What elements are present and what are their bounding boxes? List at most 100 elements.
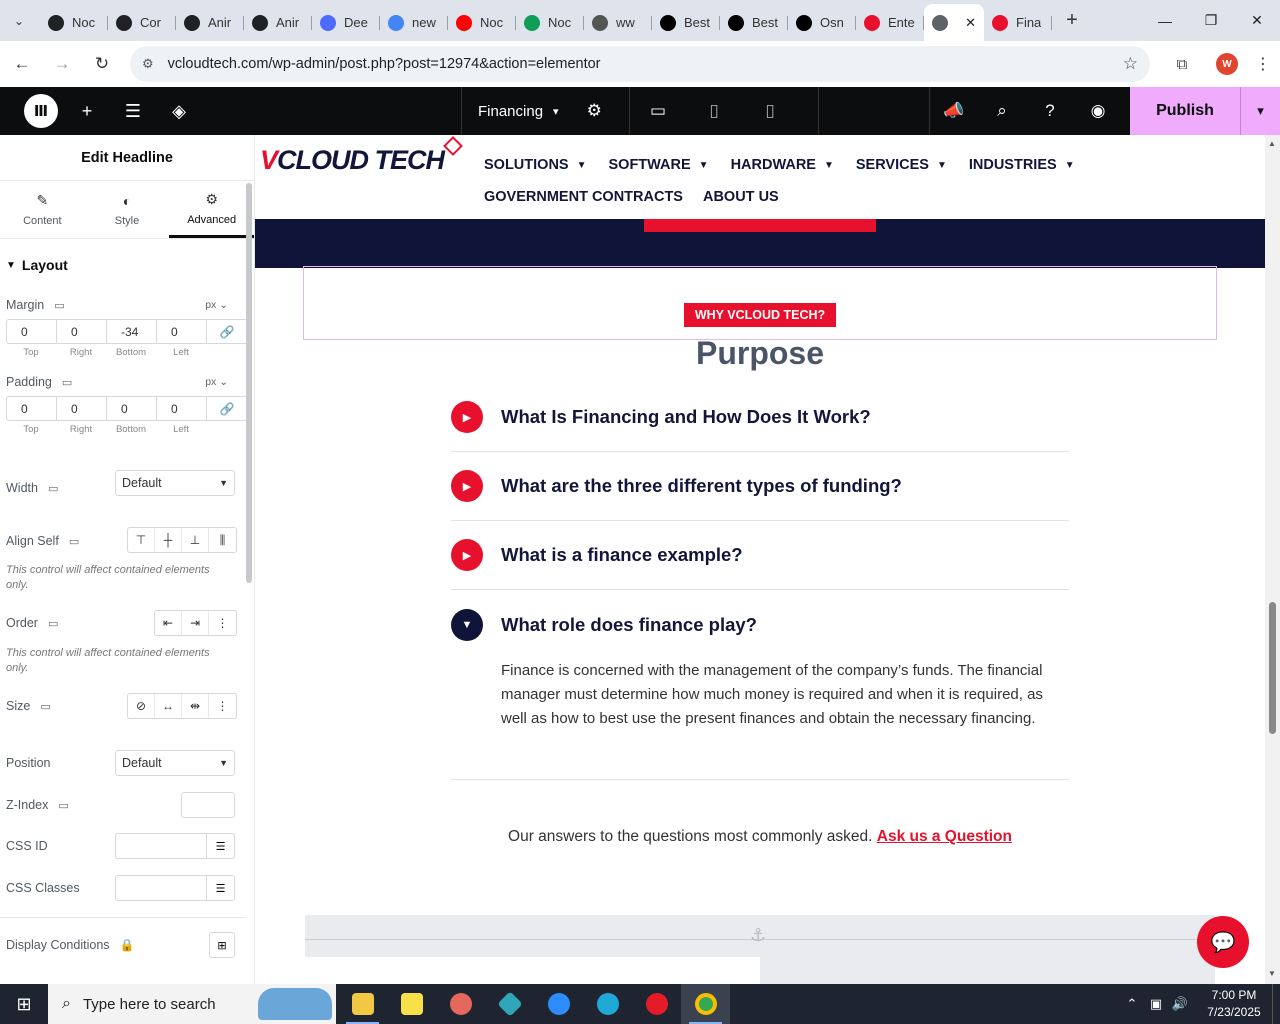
page-settings-gear-icon[interactable]: ⚙ bbox=[587, 101, 602, 121]
panel-scrollbar[interactable] bbox=[246, 183, 252, 583]
padding-unit-select[interactable]: px ⌄ bbox=[205, 376, 228, 388]
desktop-view-icon[interactable]: ▭ bbox=[630, 87, 686, 135]
tray-overflow-chevron-icon[interactable]: ⌃ bbox=[1120, 996, 1144, 1012]
faq-item[interactable]: ▶ What Is Financing and How Does It Work? bbox=[451, 383, 1069, 452]
faq-item[interactable]: ▶ What is a finance example? bbox=[451, 521, 1069, 590]
responsive-desktop-icon[interactable]: ▭ bbox=[40, 700, 50, 713]
browser-tab[interactable]: Anir bbox=[176, 7, 244, 39]
why-badge[interactable]: WHY VCLOUD TECH? bbox=[684, 303, 836, 327]
menu-item[interactable]: SOFTWARE ▼ bbox=[609, 157, 709, 173]
zoom-app-icon[interactable] bbox=[534, 984, 583, 1024]
menu-item[interactable]: ABOUT US bbox=[703, 189, 779, 205]
padding-bottom-input[interactable]: 0 bbox=[107, 397, 157, 420]
responsive-desktop-icon[interactable]: ▭ bbox=[62, 376, 72, 389]
responsive-desktop-icon[interactable]: ▭ bbox=[58, 799, 68, 812]
browser-menu-icon[interactable]: ⋮ bbox=[1248, 54, 1278, 74]
order-last-icon[interactable]: ⇥ bbox=[182, 611, 209, 635]
reload-button[interactable]: ↻ bbox=[84, 46, 120, 82]
edge-browser-icon[interactable] bbox=[583, 984, 632, 1024]
padding-top-input[interactable]: 0 bbox=[7, 397, 57, 420]
snip-tool-icon[interactable] bbox=[436, 984, 485, 1024]
taskbar-search[interactable]: ⌕ Type here to search bbox=[48, 984, 336, 1024]
browser-tab[interactable]: new bbox=[380, 7, 448, 39]
more-options-icon[interactable]: ⋮ bbox=[209, 611, 236, 635]
opera-browser-icon[interactable] bbox=[632, 984, 681, 1024]
padding-left-input[interactable]: 0 bbox=[157, 397, 207, 420]
scroll-down-arrow-icon[interactable]: ▼ bbox=[1268, 969, 1276, 978]
site-logo[interactable]: VCLOUD TECH bbox=[260, 136, 463, 176]
responsive-desktop-icon[interactable]: ▭ bbox=[54, 299, 64, 312]
tab-content[interactable]: ✎ Content bbox=[0, 181, 85, 238]
add-element-button[interactable]: + bbox=[64, 87, 110, 135]
more-options-icon[interactable]: ⋮ bbox=[209, 694, 236, 718]
vpn-app-icon[interactable] bbox=[485, 984, 534, 1024]
align-start-icon[interactable]: ⊤ bbox=[128, 528, 155, 552]
margin-left-input[interactable]: 0 bbox=[157, 320, 207, 343]
display-conditions-button[interactable]: ⊞ bbox=[209, 932, 235, 958]
volume-icon[interactable]: 🔊 bbox=[1168, 996, 1192, 1012]
elementor-logo-icon[interactable]: Ⅲ bbox=[24, 94, 58, 128]
css-id-input[interactable]: ☰ bbox=[115, 833, 235, 859]
size-shrink-icon[interactable]: ⇹ bbox=[182, 694, 209, 718]
browser-tab[interactable]: Best bbox=[652, 7, 720, 39]
browser-tab[interactable]: Noc bbox=[516, 7, 584, 39]
margin-top-input[interactable]: 0 bbox=[7, 320, 57, 343]
minimize-button[interactable]: — bbox=[1142, 0, 1188, 41]
scroll-thumb[interactable] bbox=[1269, 602, 1276, 734]
margin-bottom-input[interactable]: -34 bbox=[107, 320, 157, 343]
zindex-input[interactable] bbox=[181, 792, 235, 818]
close-tab-icon[interactable]: ✕ bbox=[965, 15, 976, 31]
hero-red-button[interactable] bbox=[644, 219, 876, 232]
structure-button[interactable]: ◈ bbox=[156, 87, 202, 135]
menu-item[interactable]: INDUSTRIES ▼ bbox=[969, 157, 1075, 173]
new-tab-button[interactable]: + bbox=[1058, 7, 1086, 35]
responsive-desktop-icon[interactable]: ▭ bbox=[48, 617, 58, 630]
bookmark-star-icon[interactable]: ☆ bbox=[1123, 54, 1138, 74]
faq-item[interactable]: ▶ What are the three different types of f… bbox=[451, 452, 1069, 521]
order-first-icon[interactable]: ⇤ bbox=[155, 611, 182, 635]
browser-tab[interactable]: ✕ bbox=[924, 4, 984, 41]
profile-avatar[interactable]: W bbox=[1216, 53, 1238, 75]
taskbar-clock[interactable]: 7:00 PM 7/23/2025 bbox=[1196, 987, 1272, 1021]
menu-item[interactable]: SOLUTIONS ▼ bbox=[484, 157, 587, 173]
link-values-icon[interactable]: 🔗 bbox=[207, 397, 247, 420]
browser-tab[interactable]: ww bbox=[584, 7, 652, 39]
ask-question-link[interactable]: Ask us a Question bbox=[877, 828, 1012, 845]
size-none-icon[interactable]: ⊘ bbox=[128, 694, 155, 718]
network-icon[interactable]: ▣ bbox=[1144, 996, 1168, 1012]
size-grow-icon[interactable]: ↔ bbox=[155, 694, 182, 718]
tab-search-button[interactable]: ⌄ bbox=[6, 8, 32, 34]
browser-tab[interactable]: Cor bbox=[108, 7, 176, 39]
tablet-view-icon[interactable]: ▯ bbox=[686, 87, 742, 135]
browser-tab[interactable]: Fina bbox=[984, 7, 1052, 39]
scroll-up-arrow-icon[interactable]: ▲ bbox=[1268, 139, 1276, 148]
page-selector[interactable]: Financing ▾ ⚙ bbox=[461, 87, 629, 135]
width-select[interactable]: Default ▼ bbox=[115, 470, 235, 496]
dynamic-tags-icon[interactable]: ☰ bbox=[206, 834, 234, 858]
show-desktop-button[interactable] bbox=[1272, 984, 1280, 1024]
margin-right-input[interactable]: 0 bbox=[57, 320, 107, 343]
purpose-heading[interactable]: Purpose bbox=[255, 335, 1265, 372]
responsive-desktop-icon[interactable]: ▭ bbox=[48, 482, 58, 495]
publish-options-button[interactable]: ▾ bbox=[1240, 87, 1280, 135]
address-bar[interactable]: ⚙ vcloudtech.com/wp-admin/post.php?post=… bbox=[130, 46, 1150, 82]
css-classes-input[interactable]: ☰ bbox=[115, 875, 235, 901]
align-center-icon[interactable]: ┼ bbox=[155, 528, 182, 552]
finder-search-icon[interactable]: ⌕ bbox=[978, 87, 1026, 135]
position-select[interactable]: Default ▼ bbox=[115, 750, 235, 776]
mobile-view-icon[interactable]: ▯ bbox=[742, 87, 798, 135]
canvas-scrollbar[interactable]: ▲ ▼ bbox=[1265, 135, 1280, 984]
back-button[interactable]: ← bbox=[4, 46, 40, 82]
menu-item[interactable]: GOVERNMENT CONTRACTS bbox=[484, 189, 683, 205]
browser-tab[interactable]: Noc bbox=[40, 7, 108, 39]
site-settings-button[interactable]: ☰ bbox=[110, 87, 156, 135]
close-window-button[interactable]: ✕ bbox=[1234, 0, 1280, 41]
browser-tab[interactable]: Dee bbox=[312, 7, 380, 39]
extensions-icon[interactable]: ⧉ bbox=[1164, 46, 1200, 82]
dynamic-tags-icon[interactable]: ☰ bbox=[206, 876, 234, 900]
padding-right-input[interactable]: 0 bbox=[57, 397, 107, 420]
chat-widget-button[interactable]: 💬 bbox=[1197, 916, 1249, 968]
sticky-notes-icon[interactable] bbox=[387, 984, 436, 1024]
file-explorer-icon[interactable] bbox=[338, 984, 387, 1024]
layout-section-header[interactable]: ▼ Layout bbox=[0, 239, 254, 291]
